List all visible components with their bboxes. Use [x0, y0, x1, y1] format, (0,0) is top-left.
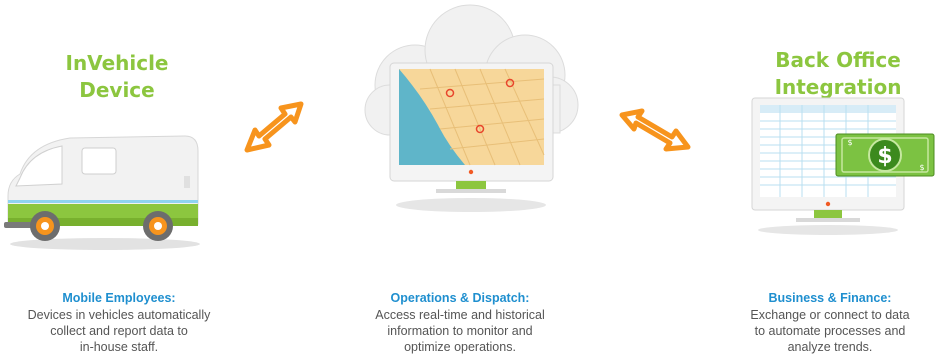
caption-line: to automate processes and	[754, 324, 906, 338]
business-finance-caption: Business & Finance: Exchange or connect …	[720, 290, 940, 355]
title-line: Back Office	[775, 48, 901, 72]
mobile-employees-caption: Mobile Employees: Devices in vehicles au…	[9, 290, 229, 355]
money-symbol: $	[919, 163, 924, 172]
caption-line: optimize operations.	[404, 340, 516, 354]
caption-line: in-house staff.	[79, 340, 159, 354]
caption-line: analyze trends.	[787, 340, 873, 354]
caption-heading: Business & Finance:	[768, 291, 892, 305]
money-symbol: $	[847, 138, 852, 147]
caption-line: information to monitor and	[387, 324, 533, 338]
caption-line: Access real-time and historical	[375, 308, 545, 322]
van-illustration	[4, 135, 200, 250]
double-arrow-icon	[244, 101, 304, 153]
title-line: Device	[79, 78, 155, 102]
title-line: Integration	[774, 75, 902, 99]
back-office-integration-title: Back Office Integration	[743, 47, 933, 101]
double-arrow-icon	[619, 108, 691, 152]
spreadsheet-monitor-money-illustration: $ $ $	[751, 97, 935, 235]
caption-line: Devices in vehicles automatically	[27, 308, 211, 322]
invehicle-device-title: InVehicle Device	[22, 50, 212, 104]
operations-dispatch-caption: Operations & Dispatch: Access real-time …	[350, 290, 570, 355]
caption-line: Exchange or connect to data	[750, 308, 910, 322]
cloud-monitor-map-illustration	[364, 4, 579, 212]
caption-line: collect and report data to	[50, 324, 188, 338]
title-line: InVehicle	[65, 51, 169, 75]
money-symbol: $	[877, 144, 892, 169]
money-icon: $ $ $	[835, 133, 935, 177]
caption-heading: Mobile Employees:	[62, 291, 176, 305]
caption-heading: Operations & Dispatch:	[390, 291, 530, 305]
